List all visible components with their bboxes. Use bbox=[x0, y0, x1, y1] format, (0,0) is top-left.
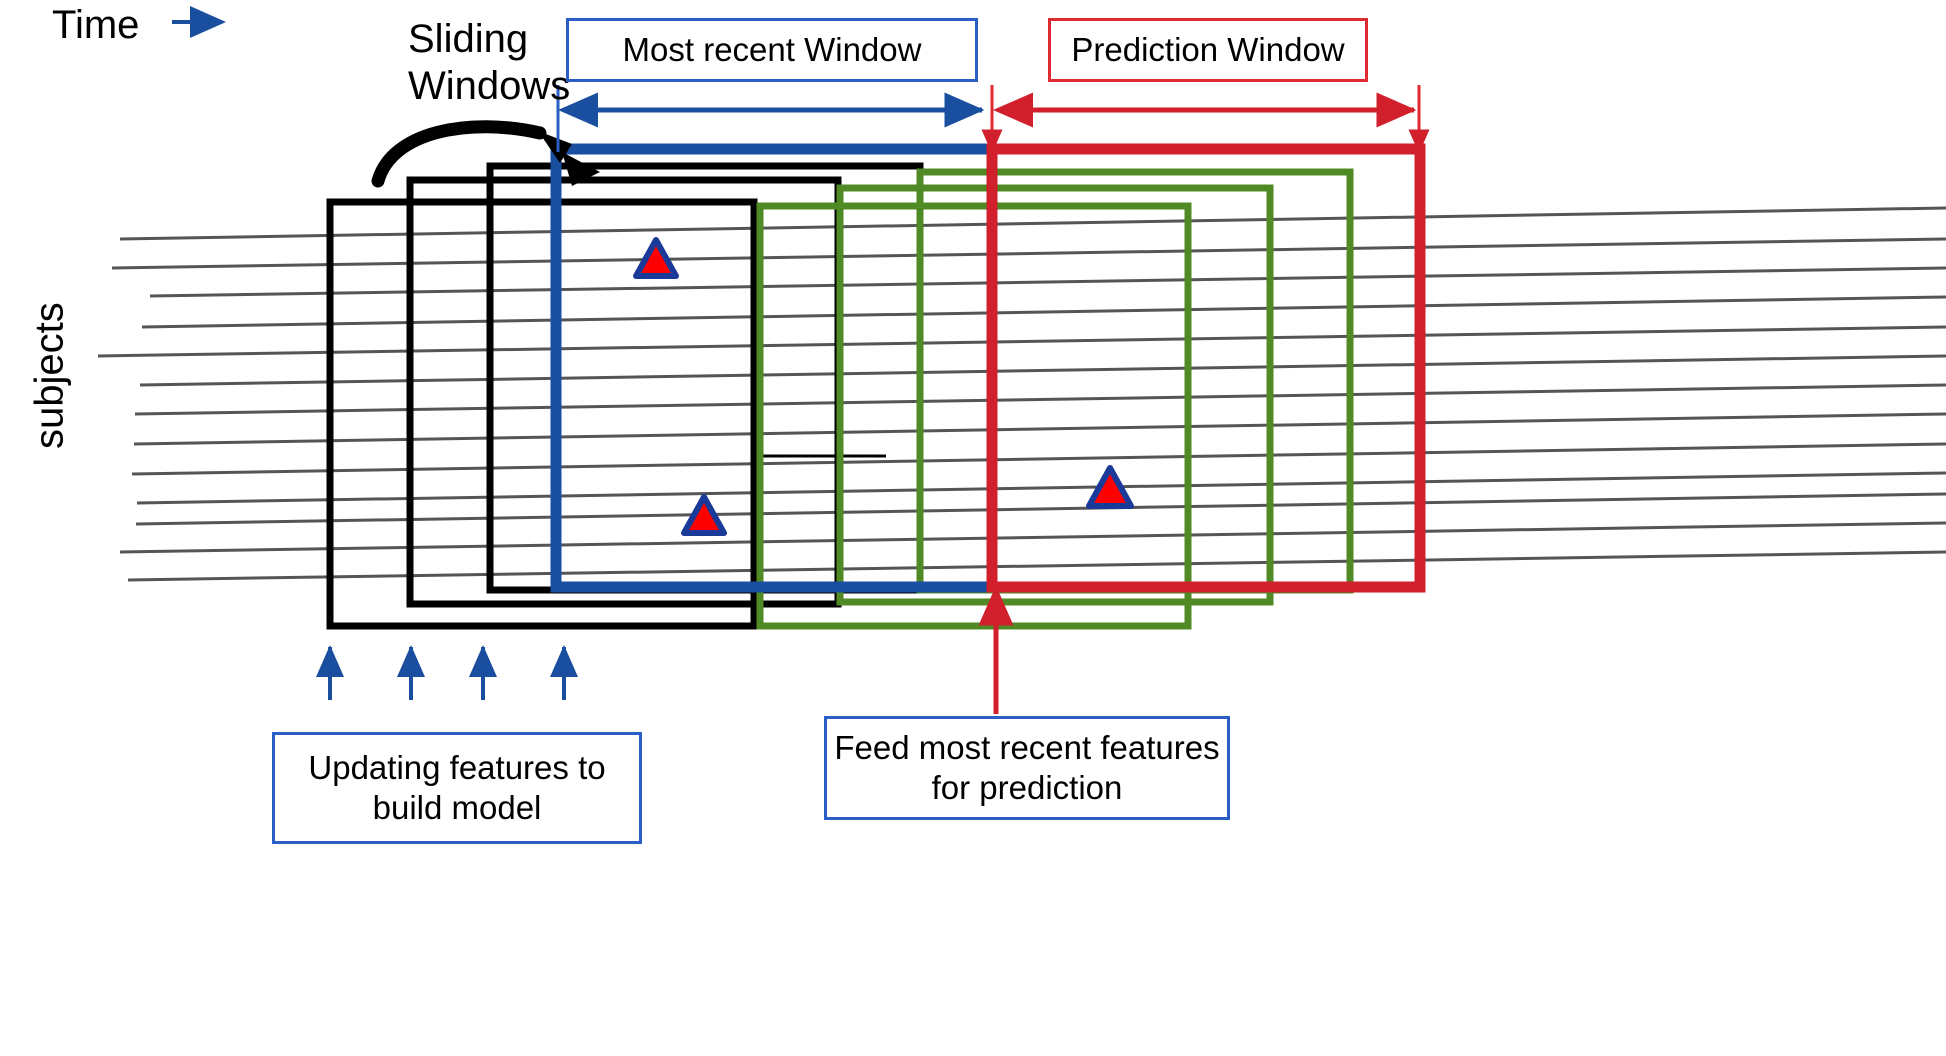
blue-most-recent-window bbox=[550, 143, 998, 593]
sliding-windows-label: Sliding Windows bbox=[408, 17, 571, 109]
event-triangle bbox=[633, 237, 679, 279]
diagram-canvas: Time Sliding Windows subjects Most recen… bbox=[0, 0, 1946, 1056]
event-triangle bbox=[1086, 465, 1134, 509]
black-window-3 bbox=[486, 162, 924, 594]
event-markers bbox=[633, 237, 1134, 536]
green-windows bbox=[756, 168, 1354, 630]
black-sliding-windows bbox=[326, 162, 924, 630]
sliding-window-curved-arrow bbox=[371, 120, 600, 188]
prediction-window-callout: Prediction Window bbox=[1048, 18, 1368, 82]
red-prediction-window bbox=[986, 143, 1426, 593]
green-window-3 bbox=[916, 168, 1354, 594]
update-feature-arrows bbox=[316, 645, 578, 700]
prediction-span-arrow bbox=[981, 85, 1430, 154]
black-window-2 bbox=[406, 176, 842, 608]
subject-lines bbox=[97, 206, 1946, 582]
time-label: Time bbox=[52, 3, 140, 47]
green-window-2 bbox=[836, 184, 1274, 606]
most-recent-window-callout: Most recent Window bbox=[566, 18, 978, 82]
black-window-1 bbox=[326, 198, 758, 630]
most-recent-span-arrow bbox=[556, 85, 985, 152]
subject-line-stub bbox=[760, 206, 900, 458]
feed-most-recent-callout: Feed most recent features for prediction bbox=[824, 716, 1230, 820]
green-window-1 bbox=[756, 202, 1192, 630]
updating-features-callout: Updating features to build model bbox=[272, 732, 642, 844]
diagram-graphics bbox=[97, 6, 1946, 714]
subjects-axis-label: subjects bbox=[27, 302, 72, 449]
event-triangle bbox=[681, 494, 727, 536]
